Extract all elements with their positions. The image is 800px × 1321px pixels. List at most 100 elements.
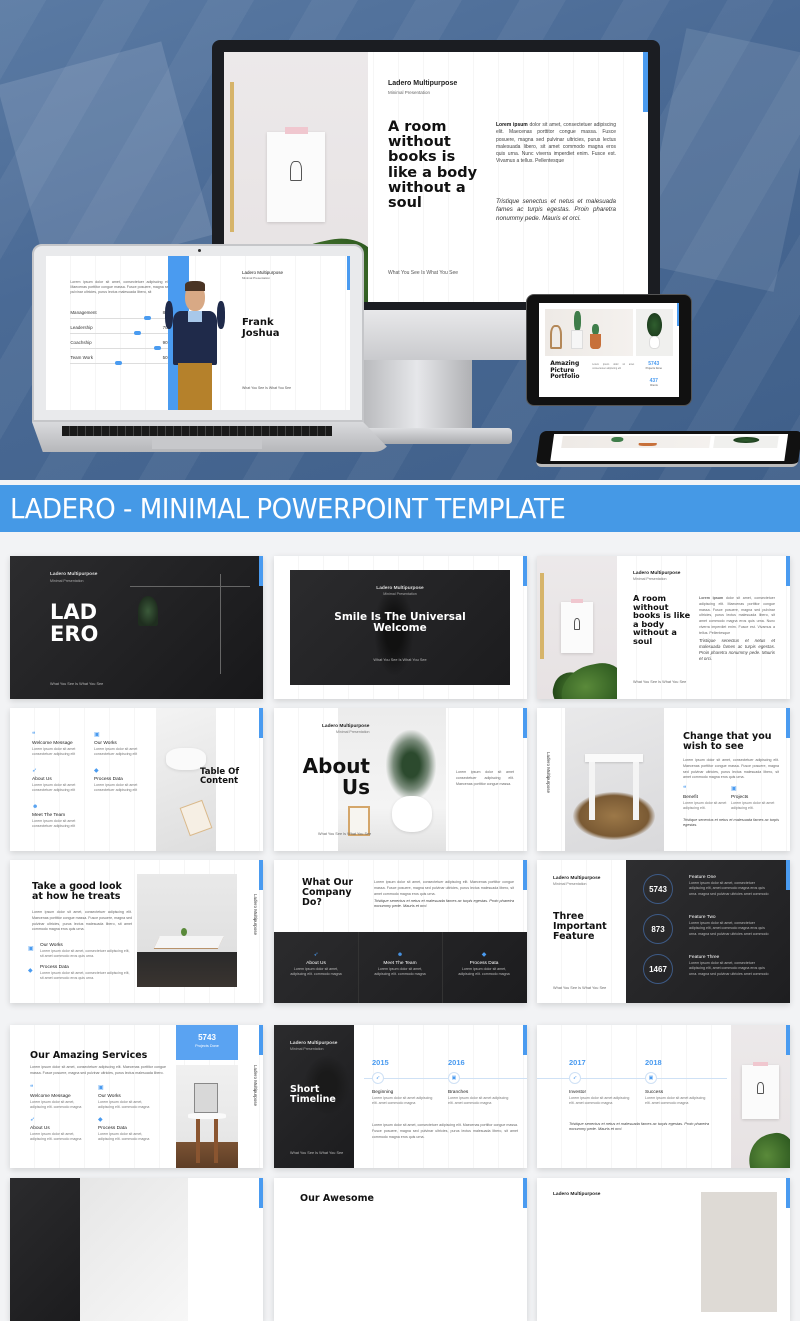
banner-title: LADERO - MINIMAL POWERPOINT TEMPLATE [10, 492, 566, 525]
company-title: What Our Company Do? [302, 877, 354, 908]
slide-tagline: What You See Is What You See [242, 386, 292, 390]
item-name: About Us [32, 777, 52, 782]
item-name: Process Data [469, 961, 499, 966]
slide-thumb-partial[interactable] [10, 1178, 263, 1321]
accent-bar [523, 708, 527, 738]
plant-silhouette [138, 596, 158, 626]
timeline-event: Beginning Lorem ipsum dolor sit amet adip… [372, 1087, 436, 1107]
laptop-screen-slide: Lorem ipsum dolor sit amet, consectetuer… [46, 256, 350, 410]
item-desc: Lorem ipsum dolor sit amet consectetuer … [32, 783, 76, 793]
chairs [137, 952, 237, 987]
timeline-year: 2015 [372, 1058, 389, 1067]
accent-bar [677, 303, 679, 326]
item-name: Process Data [40, 965, 69, 970]
profile-intro: Lorem ipsum dolor sit amet, consectetuer… [70, 280, 171, 295]
partial-title: Our Awesome [300, 1193, 374, 1204]
slide-thumb-welcome[interactable]: Ladero Multipurpose Minimal Presentation… [274, 556, 527, 699]
skill-slider-knob[interactable] [153, 346, 161, 350]
toc-title: Table Of Content [200, 767, 240, 786]
item-name: Our Works [98, 1094, 121, 1099]
slide-thumb-change[interactable]: Ladero Multipurpose Change that you wish… [537, 708, 790, 851]
skill-label: Team Work [70, 355, 93, 360]
paper-card [267, 126, 325, 222]
slide-thumb-features[interactable]: Ladero Multipurpose Minimal Presentation… [537, 860, 790, 1003]
item-desc: Lorem ipsum dolor sit amet, adipiscing e… [98, 1132, 150, 1142]
item-desc: Lorem ipsum dolor sit amet consectetuer … [94, 747, 138, 757]
slide-thumb-toc[interactable]: ❝ Welcome Message Lorem ipsum dolor sit am… [10, 708, 263, 851]
vertical-brand: Ladero Multipurpose [546, 752, 551, 794]
slide-thumb-timeline1[interactable]: Ladero Multipurpose Minimal Presentation… [274, 1025, 527, 1168]
slide-thumb-room[interactable]: Ladero Multipurpose Minimal Presentation… [537, 556, 790, 699]
item-name: About Us [306, 961, 326, 966]
accent-bar [786, 860, 790, 890]
brand-name: Ladero Multipurpose [553, 1192, 601, 1197]
slide-thumb-look[interactable]: Ladero Multipurpose Take a good look at … [10, 860, 263, 1003]
card-logo-icon [290, 160, 302, 181]
paper-plane-icon: ➶ [313, 952, 319, 958]
italic-quote: Tristique senectus et netus et malesuada… [569, 1121, 709, 1132]
item-desc: Lorem ipsum dolor sit amet consectetuer … [32, 819, 76, 829]
slide-thumb-timeline2[interactable]: 2017 ➶ Investor Lorem ipsum dolor sit amet … [537, 1025, 790, 1168]
slide-thumb-about[interactable]: Ladero Multipurpose Minimal Presentation… [274, 708, 527, 851]
wall-card-photo [537, 556, 617, 699]
stool-book-photo [176, 1065, 238, 1168]
skill-bar: Coachship 90 [70, 340, 168, 350]
slide-thumb-partial[interactable]: Ladero Multipurpose [537, 1178, 790, 1321]
accent-bar [523, 1025, 527, 1055]
feature-item: Feature Three Lorem ipsum dolor sit amet,… [689, 955, 769, 977]
hero-mockup-scene: Ladero Multipurpose Minimal Presentation… [0, 0, 800, 480]
item-desc: Lorem ipsum dolor sit amet, adipiscing e… [98, 1100, 150, 1110]
skill-bar: Team Work 50 [70, 355, 168, 365]
brand-name: Ladero Multipurpose [633, 571, 681, 576]
skill-slider-knob[interactable] [134, 331, 142, 335]
slide-thumb-cover[interactable]: Ladero Multipurpose Minimal Presentation… [10, 556, 263, 699]
feature-desc: Lorem ipsum dolor sit amet, consectetuer… [689, 961, 769, 976]
stat-clients: 437 Clients [649, 378, 658, 388]
brand-subtitle: Minimal Presentation [50, 579, 84, 583]
accent-bar [259, 1025, 263, 1055]
brand-subtitle: Minimal Presentation [290, 1047, 324, 1051]
trackpad [152, 439, 262, 449]
brand-subtitle: Minimal Presentation [383, 592, 417, 596]
italic-quote: Tristique senectus et netus et malesuada… [496, 198, 616, 222]
plant-photo [635, 308, 674, 356]
item-desc: Lorem ipsum dolor sit amet, adipiscing e… [30, 1132, 82, 1142]
gold-stick [229, 82, 234, 232]
brand-name: Ladero Multipurpose [322, 724, 370, 729]
skill-slider-knob[interactable] [114, 361, 122, 365]
skill-slider-knob[interactable] [144, 316, 152, 320]
event-name: Investor [569, 1090, 587, 1095]
portfolio-text: Lorem ipsum dolor sit amet consectetuer … [592, 363, 635, 370]
accent-bar [523, 860, 527, 890]
plant-leaves [386, 730, 436, 800]
list-item: ◆ Process Data Lorem ipsum dolor sit amet,… [454, 952, 514, 978]
accent-bar [523, 556, 527, 586]
italic-quote: Tristique senectus et netus et malesuada… [683, 818, 779, 828]
accent-bar [259, 556, 263, 586]
quote-icon: ❝ [32, 732, 36, 738]
slide-tagline: What You See Is What You See [633, 680, 687, 684]
item-desc: Lorem ipsum dolor sit amet, consectetuer… [40, 971, 130, 981]
item-desc: Lorem ipsum dolor sit amet, adipiscing e… [374, 967, 426, 977]
list-item: ❝ Benefit Lorem ipsum dolor sit amet adipi… [683, 786, 727, 812]
skill-bar: Leadership 70 [70, 325, 168, 335]
list-item: ▣ Our Works Lorem ipsum dolor sit amet, co… [28, 940, 132, 960]
services-desc: Lorem ipsum dolor sit amet, consectetuer… [30, 1065, 166, 1075]
brand-name: Ladero Multipurpose [50, 572, 98, 577]
stat-projects: 5743 Projects Done [645, 361, 662, 371]
slide-thumb-services[interactable]: 5743 Projects Done Ladero Multipurpose O… [10, 1025, 263, 1168]
accent-bar [786, 1178, 790, 1208]
feature-name: Feature Three [689, 955, 720, 960]
timeline-event: Success Lorem ipsum dolor sit amet adipis… [645, 1087, 709, 1107]
item-name: Welcome Message [32, 741, 73, 746]
slide-thumb-partial[interactable]: Our Awesome [274, 1178, 527, 1321]
small-plant [181, 928, 187, 936]
slide-headline: A room without books is like a body with… [388, 119, 478, 212]
look-desc: Lorem ipsum dolor sit amet, consectetuer… [32, 910, 132, 932]
slide-thumb-company[interactable]: What Our Company Do? Lorem ipsum dolor s… [274, 860, 527, 1003]
stool-photo [565, 708, 664, 851]
table-top [154, 936, 224, 948]
accent-bar [523, 1178, 527, 1208]
list-item: ▣ Our Works Lorem ipsum dolor sit amet, ad… [98, 1085, 158, 1111]
timeline-marker-icon: ▣ [645, 1072, 657, 1084]
